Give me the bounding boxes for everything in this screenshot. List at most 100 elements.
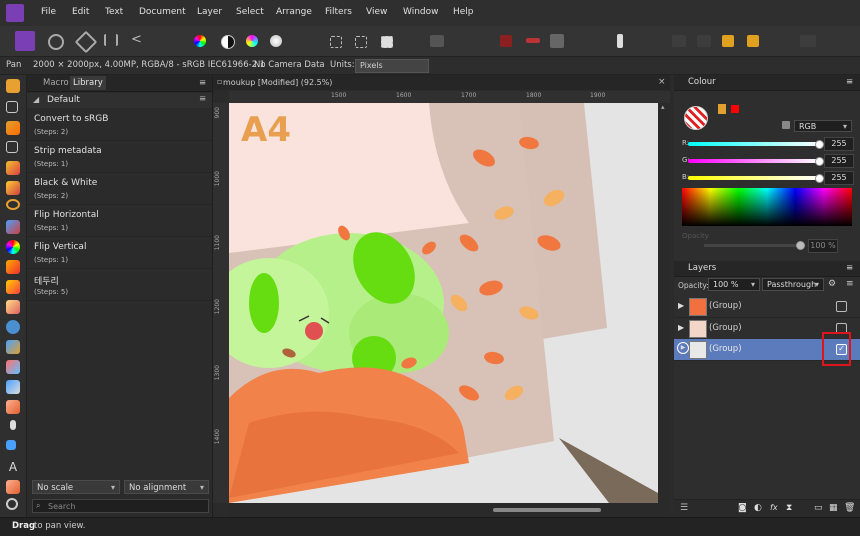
menu-arrange[interactable]: Arrange bbox=[276, 7, 312, 17]
menu-edit[interactable]: Edit bbox=[72, 7, 89, 17]
color-picker-tool-icon[interactable] bbox=[6, 121, 20, 135]
snapping-icon[interactable] bbox=[550, 34, 564, 48]
document-canvas[interactable]: A4 bbox=[229, 103, 658, 503]
units-dropdown[interactable]: Pixels bbox=[355, 59, 429, 73]
macro-item[interactable]: Strip metadata (Steps: 1) bbox=[27, 142, 212, 173]
alignment-dropdown[interactable]: No alignment bbox=[124, 480, 209, 495]
arrange-back-icon[interactable] bbox=[747, 35, 759, 47]
collapse-icon[interactable]: ◢ bbox=[33, 95, 39, 104]
scale-dropdown[interactable]: No scale bbox=[32, 480, 120, 495]
mesh-warp-tool-icon[interactable] bbox=[6, 480, 20, 494]
fx-icon[interactable]: fx bbox=[770, 503, 778, 512]
blend-mode-dropdown[interactable]: Passthrough bbox=[762, 278, 824, 291]
colour-opacity-slider[interactable] bbox=[704, 244, 804, 247]
eyedropper-icon[interactable] bbox=[718, 104, 726, 114]
layer-options-menu-icon[interactable]: ≡ bbox=[846, 279, 854, 289]
blue-value[interactable]: 255 bbox=[824, 171, 854, 185]
menu-window[interactable]: Window bbox=[403, 7, 439, 17]
liquify-persona-icon[interactable] bbox=[48, 34, 64, 50]
red-slider-knob[interactable] bbox=[815, 140, 824, 149]
auto-colours-icon[interactable] bbox=[246, 35, 258, 47]
red-slider[interactable] bbox=[688, 142, 820, 146]
red-value[interactable]: 255 bbox=[824, 137, 854, 151]
develop-persona-icon[interactable] bbox=[74, 30, 98, 54]
layer-row-selected[interactable]: ▶ (Group) ✓ bbox=[674, 332, 860, 366]
macro-item[interactable]: Black & White (Steps: 2) bbox=[27, 174, 212, 205]
layer-row[interactable]: ▶ (Group) bbox=[674, 296, 860, 318]
menu-document[interactable]: Document bbox=[139, 7, 186, 17]
colour-model-dropdown[interactable]: RGB bbox=[794, 120, 852, 132]
green-slider-knob[interactable] bbox=[815, 157, 824, 166]
category-menu-icon[interactable]: ≡ bbox=[199, 94, 206, 104]
menu-filters[interactable]: Filters bbox=[325, 7, 352, 17]
flood-select-tool-icon[interactable] bbox=[6, 181, 20, 195]
move-tool-icon[interactable] bbox=[6, 101, 18, 113]
layers-panel-menu-icon[interactable]: ≡ bbox=[846, 263, 853, 273]
erase-brush-tool-icon[interactable] bbox=[6, 300, 20, 314]
auto-contrast-icon[interactable] bbox=[221, 35, 235, 49]
affinity-photo-logo[interactable] bbox=[6, 4, 24, 22]
tab-pin-icon[interactable]: ▫ bbox=[217, 77, 222, 86]
layer-visibility-checkbox[interactable] bbox=[836, 301, 847, 312]
menu-layer[interactable]: Layer bbox=[197, 7, 222, 17]
close-tab-icon[interactable]: × bbox=[658, 77, 666, 87]
assistant-icon[interactable] bbox=[617, 34, 623, 48]
view-tool-icon[interactable] bbox=[6, 79, 20, 93]
rectangle-marquee-icon[interactable] bbox=[330, 36, 342, 48]
align-icon[interactable] bbox=[672, 35, 686, 47]
document-tab-title[interactable]: moukup [Modified] (92.5%) bbox=[223, 78, 332, 87]
invert-selection-icon[interactable] bbox=[355, 36, 367, 48]
gradient-tool-icon[interactable] bbox=[6, 240, 20, 254]
photo-persona-icon[interactable] bbox=[15, 31, 35, 51]
folder-icon[interactable]: ▭ bbox=[814, 503, 823, 513]
pen-tool-icon[interactable] bbox=[6, 440, 16, 450]
vertical-scrollbar[interactable]: ▴ bbox=[658, 103, 670, 503]
green-value[interactable]: 255 bbox=[824, 154, 854, 168]
mirror-icon[interactable] bbox=[526, 38, 540, 43]
blue-slider-knob[interactable] bbox=[815, 174, 824, 183]
colour-panel-menu-icon[interactable]: ≡ bbox=[846, 77, 853, 87]
panel-menu-icon[interactable]: ≡ bbox=[199, 78, 206, 88]
layer-opacity-field[interactable]: 100 % bbox=[708, 278, 760, 291]
colour-spectrum[interactable] bbox=[682, 188, 852, 226]
inpainting-tool-icon[interactable] bbox=[6, 400, 20, 414]
colour-opacity-knob[interactable] bbox=[796, 241, 805, 250]
tone-mapping-persona-icon[interactable] bbox=[104, 34, 118, 46]
tab-library[interactable]: Library bbox=[70, 76, 106, 90]
text-tool-icon[interactable]: A bbox=[6, 460, 20, 474]
colour-opacity-value[interactable]: 100 % bbox=[808, 239, 838, 253]
search-input[interactable]: ⌕ Search bbox=[32, 499, 209, 513]
adjustment-icon[interactable]: ◐ bbox=[754, 503, 762, 513]
lock-icon[interactable] bbox=[782, 121, 790, 129]
add-pixel-layer-icon[interactable]: ▦ bbox=[829, 503, 838, 513]
expand-group-icon[interactable]: ▶ bbox=[678, 301, 684, 310]
macro-item[interactable]: Flip Vertical (Steps: 1) bbox=[27, 238, 212, 269]
node-tool-icon[interactable] bbox=[10, 420, 16, 430]
expand-group-icon[interactable]: ▶ bbox=[677, 342, 689, 354]
fill-stroke-swatch[interactable] bbox=[684, 106, 708, 130]
auto-levels-icon[interactable] bbox=[194, 35, 206, 47]
mask-layer-icon[interactable]: ◙ bbox=[738, 503, 747, 513]
selection-mask-icon[interactable] bbox=[381, 36, 393, 48]
pixel-tool-icon[interactable] bbox=[6, 280, 20, 294]
macro-item[interactable]: 테두리 (Steps: 5) bbox=[27, 270, 212, 301]
macro-item[interactable]: Convert to sRGB (Steps: 2) bbox=[27, 110, 212, 141]
horizontal-scroll-thumb[interactable] bbox=[493, 508, 601, 512]
tab-macro[interactable]: Macro bbox=[43, 78, 69, 88]
auto-white-balance-icon[interactable] bbox=[270, 35, 282, 47]
menu-select[interactable]: Select bbox=[236, 7, 264, 17]
healing-tool-icon[interactable] bbox=[6, 360, 20, 374]
menu-file[interactable]: File bbox=[41, 7, 56, 17]
delete-layer-icon[interactable]: 🗑 bbox=[844, 503, 855, 513]
distribute-icon[interactable] bbox=[697, 35, 711, 47]
transform-icon[interactable] bbox=[800, 35, 816, 47]
green-slider[interactable] bbox=[688, 159, 820, 163]
zoom-tool-icon[interactable] bbox=[6, 498, 18, 510]
menu-text[interactable]: Text bbox=[105, 7, 123, 17]
selection-brush-tool-icon[interactable] bbox=[6, 161, 20, 175]
fill-tool-icon[interactable] bbox=[6, 220, 20, 234]
quick-mask-icon[interactable] bbox=[430, 35, 444, 47]
dodge-tool-icon[interactable] bbox=[6, 320, 20, 334]
clone-tool-icon[interactable] bbox=[6, 340, 20, 354]
crop-tool-icon[interactable] bbox=[6, 141, 18, 153]
